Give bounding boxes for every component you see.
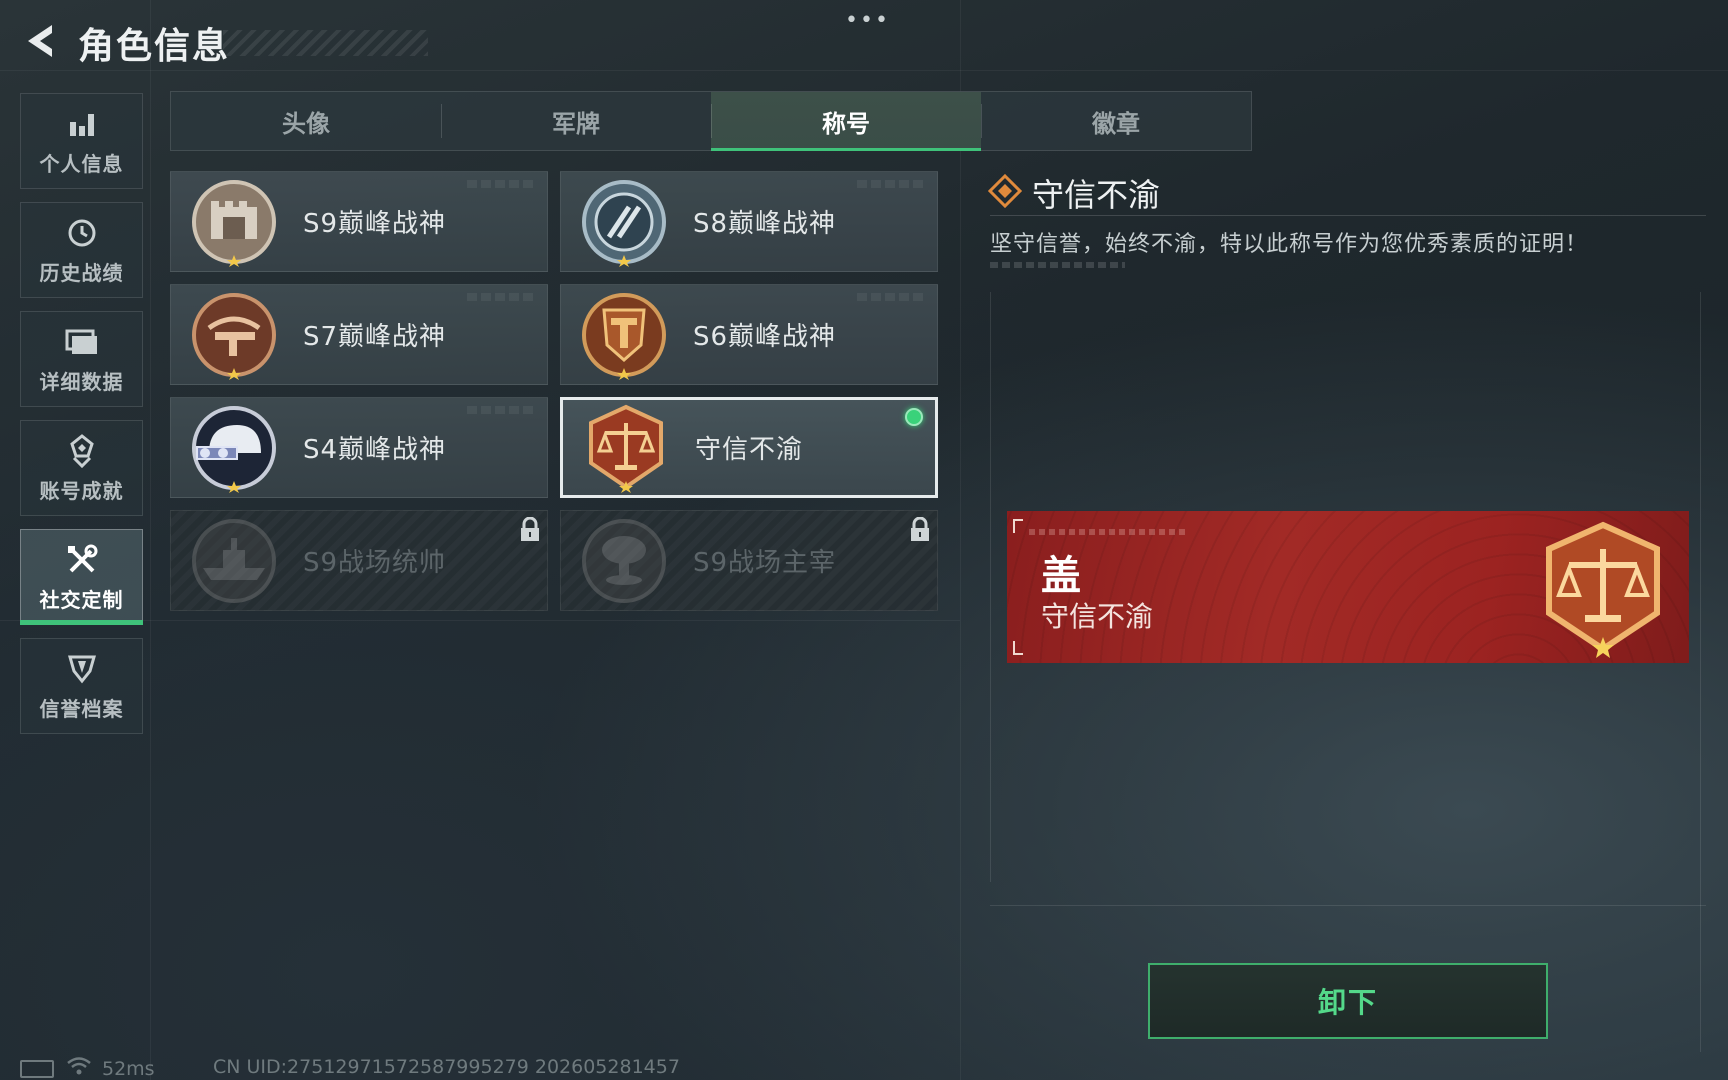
status-bar: 52ms CN UID:2751297157258799527​9 202605… (20, 1056, 680, 1080)
back-arrow-icon (22, 21, 60, 65)
frame-line (990, 292, 991, 882)
title-name: S9战场统帅 (303, 548, 447, 578)
page-title: 角色信息 (78, 26, 231, 67)
ping-value: 52ms (102, 1057, 155, 1080)
card-decoration (467, 293, 537, 301)
title-card[interactable]: S7巅峰战神 (170, 284, 548, 385)
title-name: S9战场主宰 (693, 548, 837, 578)
bg-grid-line (0, 70, 1728, 71)
detail-decoration (990, 262, 1125, 268)
helmet-emblem-icon (189, 403, 279, 493)
banner-decoration (1029, 529, 1189, 535)
mushroom-cloud-emblem-icon (579, 516, 669, 606)
title-name: S6巅峰战神 (693, 322, 837, 352)
title-name: S8巅峰战神 (693, 209, 837, 239)
banner-corner (1013, 519, 1023, 533)
sidebar-item-personal-info[interactable]: 个人信息 (20, 93, 143, 189)
equipped-indicator-icon (905, 408, 923, 426)
title-card-locked[interactable]: S9战场统帅 (170, 510, 548, 611)
page-header: 角色信息 (18, 18, 428, 68)
tab-badge[interactable]: 徽章 (981, 92, 1251, 150)
title-name: S7巅峰战神 (303, 322, 447, 352)
lock-icon (909, 516, 931, 543)
lock-icon (519, 516, 541, 543)
title-preview-banner: 盖 守信不渝 (1007, 511, 1689, 663)
more-options-icon[interactable]: ••• (845, 8, 890, 33)
sidebar-item-social-custom[interactable]: 社交定制 (20, 529, 143, 625)
sidebar-item-label: 社交定制 (39, 587, 124, 612)
t-shield-emblem-icon (579, 290, 669, 380)
title-card-selected[interactable]: 守信不渝 (560, 397, 938, 498)
sidebar-item-label: 个人信息 (39, 151, 124, 176)
card-decoration (857, 180, 927, 188)
sidebar-item-credit-file[interactable]: 信誉档案 (20, 638, 143, 734)
tab-avatar[interactable]: 头像 (171, 92, 441, 150)
crossbow-emblem-icon (189, 290, 279, 380)
bg-grid-line (150, 0, 151, 1080)
category-tabs: 头像 军牌 称号 徽章 (170, 91, 1252, 151)
bg-grid-line (0, 620, 960, 621)
sidebar-item-history[interactable]: 历史战绩 (20, 202, 143, 298)
user-uid: CN UID:2751297157258799527​9 20260528145… (213, 1056, 680, 1078)
sidebar-item-label: 详细数据 (39, 369, 124, 394)
bg-grid-line (960, 0, 961, 1080)
title-card[interactable]: S6巅峰战神 (560, 284, 938, 385)
scales-emblem-icon (1533, 519, 1673, 659)
sidebar: 个人信息 历史战绩 详细数据 账号成就 社交定制 信誉档案 (20, 93, 143, 747)
frame-line (1700, 292, 1701, 1052)
bar-chart-icon (64, 106, 100, 142)
title-card[interactable]: S9巅峰战神 (170, 171, 548, 272)
title-card-locked[interactable]: S9战场主宰 (560, 510, 938, 611)
card-decoration (467, 406, 537, 414)
fortress-emblem-icon (189, 177, 279, 267)
achievement-badge-icon (64, 433, 100, 469)
sidebar-item-label: 信誉档案 (39, 696, 124, 721)
tab-dog-tag[interactable]: 军牌 (441, 92, 711, 150)
title-name: S4巅峰战神 (303, 435, 447, 465)
scales-emblem-icon (581, 403, 671, 493)
detail-title-name: 守信不渝 (1032, 176, 1161, 214)
detail-header: 守信不渝 (987, 170, 1161, 216)
detail-description: 坚守信誉，始终不渝，特以此称号作为您优秀素质的证明！ (990, 232, 1589, 257)
diamond-marker-icon (987, 173, 1023, 212)
frame-line (990, 905, 1706, 906)
title-name: S9巅峰战神 (303, 209, 447, 239)
tab-title[interactable]: 称号 (711, 92, 981, 151)
divider (990, 215, 1706, 216)
credit-shield-icon (64, 651, 100, 687)
warship-emblem-icon (189, 516, 279, 606)
title-decoration (223, 30, 428, 56)
sidebar-item-label: 账号成就 (39, 478, 124, 503)
back-button[interactable] (18, 20, 64, 66)
sidebar-item-achievements[interactable]: 账号成就 (20, 420, 143, 516)
wifi-icon (66, 1056, 92, 1080)
tools-icon (64, 542, 100, 578)
preview-title-name: 守信不渝 (1041, 600, 1154, 633)
striped-steel-emblem-icon (579, 177, 669, 267)
history-clock-icon (64, 215, 100, 251)
unequip-button[interactable]: 卸下 (1148, 963, 1548, 1039)
title-card[interactable]: S4巅峰战神 (170, 397, 548, 498)
card-decoration (467, 180, 537, 188)
screen-root: 角色信息 ••• 个人信息 历史战绩 详细数据 账号成就 社交定制 信誉档案 头… (0, 0, 1728, 1080)
folder-icon (64, 324, 100, 360)
card-decoration (857, 293, 927, 301)
battery-icon (20, 1059, 54, 1078)
sidebar-item-label: 历史战绩 (39, 260, 124, 285)
title-card[interactable]: S8巅峰战神 (560, 171, 938, 272)
sidebar-item-detailed-data[interactable]: 详细数据 (20, 311, 143, 407)
preview-player-name: 盖 (1041, 553, 1081, 599)
title-name: 守信不渝 (695, 435, 804, 465)
banner-corner (1013, 641, 1023, 655)
